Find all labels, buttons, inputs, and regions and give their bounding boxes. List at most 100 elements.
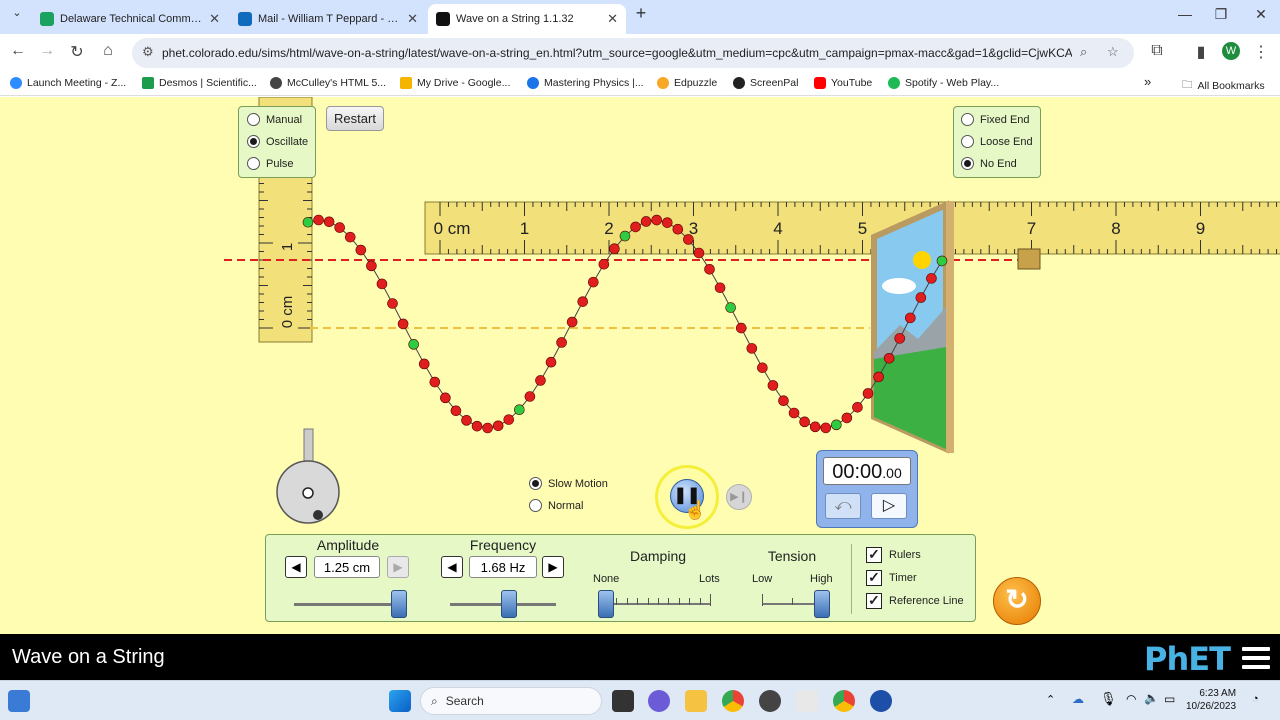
no-end-radio[interactable]: No End (961, 157, 1017, 170)
notifications-icon[interactable]: ◔ (1252, 693, 1259, 705)
radio-selected-icon[interactable] (961, 157, 974, 170)
file-explorer-icon[interactable] (685, 690, 707, 712)
stopwatch[interactable]: 00:00.00 ⤺ ▷ (816, 450, 918, 528)
frequency-decrease-button[interactable]: ◀ (441, 556, 463, 578)
amplitude-increase-button[interactable]: ▶ (387, 556, 409, 578)
loose-end-radio[interactable]: Loose End (961, 135, 1033, 148)
chrome-active-icon[interactable] (833, 690, 855, 712)
step-forward-button[interactable]: ▶❙ (726, 484, 752, 510)
window-close-icon[interactable]: ✕ (1246, 6, 1276, 23)
new-tab-button[interactable]: + (626, 3, 656, 24)
tab-mail[interactable]: Mail - William T Peppard - Ou ✕ (230, 4, 426, 34)
timer-checkbox[interactable]: ✓ Timer (866, 570, 917, 586)
amplitude-decrease-button[interactable]: ◀ (285, 556, 307, 578)
menu-icon[interactable]: ⋮ (1250, 42, 1272, 62)
reference-line-checkbox[interactable]: ✓ Reference Line (866, 593, 964, 609)
bookmark-edpuzzle[interactable]: Edpuzzle (657, 77, 717, 89)
tab-wave-on-a-string[interactable]: Wave on a String 1.1.32 ✕ (428, 4, 626, 34)
horizontal-ruler-label: 5 (858, 219, 867, 238)
checkbox-label: Timer (889, 572, 917, 584)
checkbox-checked-icon[interactable]: ✓ (866, 593, 882, 609)
task-view-icon[interactable] (612, 690, 634, 712)
extensions-icon[interactable]: ⧉ (1146, 42, 1168, 60)
timer-play-button[interactable]: ▷ (871, 493, 907, 519)
back-icon[interactable]: ← (7, 42, 29, 60)
microphone-icon[interactable]: 🎙 (1100, 691, 1117, 707)
tension-slider-thumb[interactable] (814, 590, 830, 618)
teams-chat-icon[interactable] (648, 690, 670, 712)
bookmark-star-icon[interactable]: ☆ (1107, 44, 1119, 60)
taskbar-search[interactable]: ⌕ Search (420, 687, 602, 715)
bookmark-youtube[interactable]: YouTube (814, 77, 872, 89)
snipping-tool-icon[interactable] (796, 690, 818, 712)
system-clock[interactable]: 6:23 AM 10/26/2023 (1186, 687, 1236, 713)
radio-icon[interactable] (529, 499, 542, 512)
url-text[interactable]: phet.colorado.edu/sims/html/wave-on-a-st… (162, 46, 1072, 60)
all-bookmarks-button[interactable]: 🗀 All Bookmarks (1182, 77, 1265, 95)
close-icon[interactable]: ✕ (209, 11, 220, 27)
amplitude-slider-thumb[interactable] (390, 590, 407, 618)
phet-logo[interactable]: PhET (1144, 640, 1231, 678)
horizontal-ruler[interactable] (424, 201, 1280, 255)
minimize-icon[interactable]: — (1170, 6, 1200, 22)
profile-avatar[interactable]: W (1222, 42, 1240, 60)
site-info-icon[interactable]: ⚙ (142, 44, 154, 60)
checkbox-checked-icon[interactable]: ✓ (866, 570, 882, 586)
damping-slider-thumb[interactable] (598, 590, 614, 618)
close-icon[interactable]: ✕ (607, 11, 618, 27)
restart-button[interactable]: Restart (326, 106, 384, 131)
phet-menu-icon[interactable] (1242, 647, 1270, 674)
bookmark-spotify[interactable]: Spotify - Web Play... (888, 77, 999, 89)
amplitude-slider-track[interactable] (294, 603, 404, 606)
frequency-slider-thumb[interactable] (501, 590, 518, 618)
mode-pulse-radio[interactable]: Pulse (247, 157, 294, 170)
checkbox-checked-icon[interactable]: ✓ (866, 547, 882, 563)
reference-line-handle[interactable] (1017, 248, 1041, 270)
radio-selected-icon[interactable] (247, 135, 260, 148)
tab-search-icon[interactable]: ⌄ (2, 6, 32, 19)
mode-manual-radio[interactable]: Manual (247, 113, 302, 126)
widgets-icon[interactable] (8, 690, 30, 712)
bookmark-my-drive[interactable]: My Drive - Google... (400, 77, 510, 89)
screenpal-app-icon[interactable] (870, 690, 892, 712)
side-panel-icon[interactable]: ▮ (1190, 42, 1212, 62)
maximize-icon[interactable]: ❐ (1206, 6, 1236, 23)
rulers-checkbox[interactable]: ✓ Rulers (866, 547, 921, 563)
bookmark-launch-meeting[interactable]: Launch Meeting - Z... (10, 77, 126, 89)
frequency-increase-button[interactable]: ▶ (542, 556, 564, 578)
close-icon[interactable]: ✕ (407, 11, 418, 27)
normal-speed-radio[interactable]: Normal (529, 499, 583, 512)
reset-all-icon[interactable]: ↻ (993, 577, 1041, 625)
wifi-icon[interactable]: ◠ (1126, 692, 1136, 706)
compass-app-icon[interactable] (759, 690, 781, 712)
windows-start-icon[interactable] (389, 690, 411, 712)
show-hidden-icons[interactable]: ⌃ (1046, 693, 1055, 706)
bookmark-mcculley[interactable]: McCulley's HTML 5... (270, 77, 386, 89)
reload-icon[interactable]: ↻ (66, 42, 88, 62)
sim-title: Wave on a String (12, 646, 165, 668)
bookmark-mastering-physics[interactable]: Mastering Physics |... (527, 77, 644, 89)
mode-oscillate-radio[interactable]: Oscillate (247, 135, 308, 148)
fixed-end-radio[interactable]: Fixed End (961, 113, 1030, 126)
chrome-icon[interactable] (722, 690, 744, 712)
radio-icon[interactable] (247, 157, 260, 170)
tab-delaware[interactable]: Delaware Technical Communit ✕ (32, 4, 228, 34)
timer-reset-button[interactable]: ⤺ (825, 493, 861, 519)
more-bookmarks-button[interactable]: » (1144, 74, 1151, 89)
damping-min-label: None (593, 573, 620, 585)
onedrive-icon[interactable]: ☁ (1072, 692, 1084, 706)
address-bar[interactable]: ⚙ phet.colorado.edu/sims/html/wave-on-a-… (132, 38, 1134, 68)
home-icon[interactable]: ⌂ (97, 42, 119, 60)
bookmark-desmos[interactable]: Desmos | Scientific... (142, 77, 257, 89)
slow-motion-radio[interactable]: Slow Motion (529, 477, 608, 490)
battery-icon[interactable]: ▭ (1164, 692, 1175, 706)
forward-icon[interactable]: → (36, 42, 58, 60)
bookmark-screenpal[interactable]: ScreenPal (733, 77, 798, 89)
volume-icon[interactable]: 🔈 (1144, 691, 1159, 705)
radio-icon[interactable] (961, 113, 974, 126)
search-icon[interactable]: ⌕ (1080, 44, 1087, 60)
radio-selected-icon[interactable] (529, 477, 542, 490)
string-marker-bead (725, 302, 736, 313)
radio-icon[interactable] (961, 135, 974, 148)
radio-icon[interactable] (247, 113, 260, 126)
